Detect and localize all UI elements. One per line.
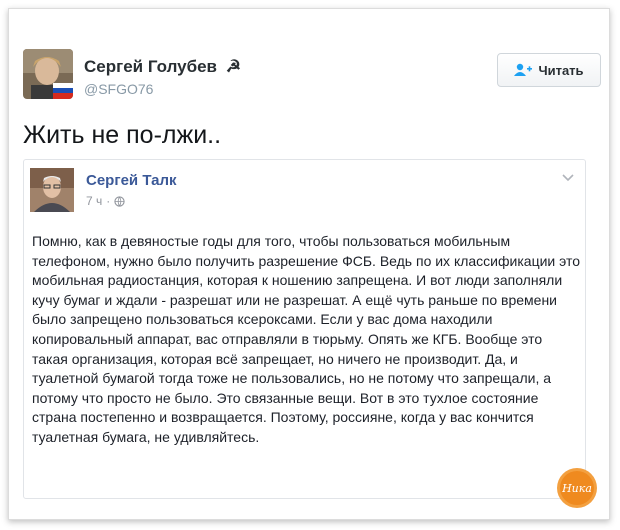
embedded-post[interactable]: Сергей Талк 7 ч · Помню, как в девяносты…: [23, 159, 586, 499]
watermark-logo: Ника: [557, 468, 597, 508]
author-avatar[interactable]: [23, 49, 73, 99]
meta-separator: ·: [106, 194, 111, 208]
follow-button[interactable]: Читать: [497, 53, 601, 87]
tweet-card: Сергей Голубев ☭ @SFGO76 Читать Жить не …: [8, 8, 610, 520]
embedded-post-body: Помню, как в девяностые годы для того, ч…: [32, 233, 580, 445]
author-name-text: Сергей Голубев: [84, 57, 218, 76]
hammer-sickle-icon: ☭: [225, 57, 241, 76]
embedded-post-meta: 7 ч ·: [86, 194, 125, 208]
author-name[interactable]: Сергей Голубев ☭: [84, 57, 241, 77]
tweet-text: Жить не по-лжи..: [23, 121, 222, 149]
add-user-icon: [514, 63, 533, 76]
post-time[interactable]: 7 ч: [86, 194, 102, 208]
chevron-down-icon[interactable]: [561, 170, 575, 184]
embedded-author-avatar[interactable]: [30, 168, 74, 212]
embedded-author-name[interactable]: Сергей Талк: [86, 172, 176, 189]
follow-label: Читать: [538, 62, 584, 78]
watermark-text: Ника: [561, 482, 592, 495]
globe-icon: [114, 195, 125, 207]
author-handle[interactable]: @SFGO76: [84, 81, 153, 97]
